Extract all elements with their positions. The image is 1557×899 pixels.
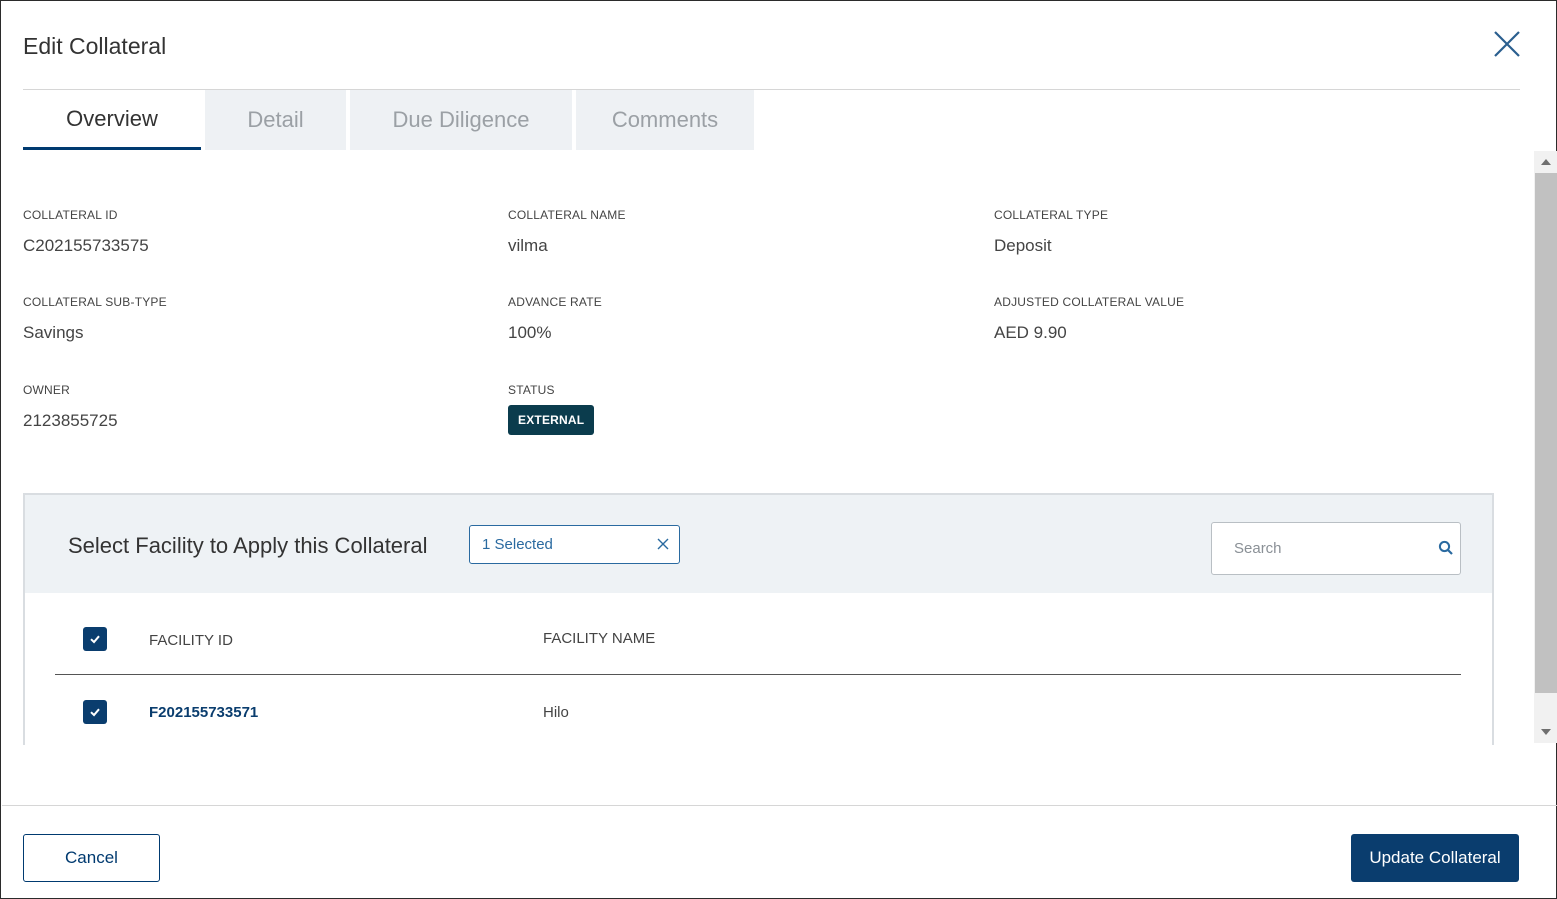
tab-comments[interactable]: Comments (576, 90, 754, 150)
facility-selection-panel: Select Facility to Apply this Collateral… (23, 493, 1494, 745)
collateral-sub-type-value: Savings (23, 323, 84, 342)
facility-search-input[interactable] (1212, 523, 1428, 574)
facility-id-header: FACILITY ID (149, 632, 233, 649)
tab-detail[interactable]: Detail (205, 90, 346, 150)
adjusted-collateral-value: AED 9.90 (994, 323, 1067, 342)
collateral-sub-type-label: COLLATERAL SUB-TYPE (23, 295, 167, 309)
dialog-title: Edit Collateral (23, 33, 167, 59)
facility-panel-title: Select Facility to Apply this Collateral (68, 533, 428, 558)
facility-name-cell: Hilo (543, 704, 569, 721)
owner-value: 2123855725 (23, 411, 118, 430)
update-collateral-button[interactable]: Update Collateral (1351, 834, 1519, 882)
status-badge: EXTERNAL (508, 405, 595, 435)
facility-table-header: FACILITY ID FACILITY NAME (55, 593, 1461, 675)
collateral-id-field: COLLATERAL ID C202155733575 (23, 208, 149, 256)
scroll-down-arrow-icon[interactable] (1534, 721, 1557, 743)
collateral-type-value: Deposit (994, 236, 1052, 255)
facility-id-link[interactable]: F202155733571 (149, 704, 258, 721)
clear-selection-icon[interactable] (655, 536, 671, 552)
status-field: STATUS EXTERNAL (508, 383, 595, 435)
collateral-type-label: COLLATERAL TYPE (994, 208, 1109, 222)
facility-name-header: FACILITY NAME (543, 630, 656, 647)
tab-due-diligence[interactable]: Due Diligence (350, 90, 572, 150)
adjusted-collateral-value-label: ADJUSTED COLLATERAL VALUE (994, 295, 1185, 309)
advance-rate-value: 100% (508, 323, 552, 342)
scrollbar-thumb[interactable] (1535, 173, 1557, 693)
cancel-button[interactable]: Cancel (23, 834, 160, 882)
facility-search (1211, 522, 1461, 575)
edit-collateral-dialog: Edit Collateral Overview Detail Due Dili… (0, 0, 1557, 899)
facility-panel-header: Select Facility to Apply this Collateral… (25, 495, 1492, 593)
tab-bar: Overview Detail Due Diligence Comments (23, 90, 758, 150)
table-row: F202155733571 Hilo (55, 676, 1461, 745)
row-checkbox[interactable] (83, 700, 107, 724)
checkmark-icon (90, 635, 100, 644)
collateral-name-label: COLLATERAL NAME (508, 208, 626, 222)
selected-count-chip[interactable]: 1 Selected (469, 525, 680, 564)
owner-label: OWNER (23, 383, 70, 397)
advance-rate-label: ADVANCE RATE (508, 295, 602, 309)
collateral-sub-type-field: COLLATERAL SUB-TYPE Savings (23, 295, 167, 343)
collateral-id-value: C202155733575 (23, 236, 149, 255)
checkmark-icon (90, 708, 100, 717)
collateral-type-field: COLLATERAL TYPE Deposit (994, 208, 1108, 256)
collateral-id-label: COLLATERAL ID (23, 208, 118, 222)
close-icon[interactable] (1490, 27, 1524, 61)
footer-divider (2, 805, 1557, 806)
vertical-scrollbar[interactable] (1534, 151, 1557, 743)
search-icon[interactable] (1438, 540, 1454, 556)
tab-overview[interactable]: Overview (23, 90, 201, 150)
collateral-name-field: COLLATERAL NAME vilma (508, 208, 626, 256)
collateral-name-value: vilma (508, 236, 548, 255)
status-label: STATUS (508, 383, 555, 397)
adjusted-collateral-value-field: ADJUSTED COLLATERAL VALUE AED 9.90 (994, 295, 1184, 343)
owner-field: OWNER 2123855725 (23, 383, 118, 431)
scroll-up-arrow-icon[interactable] (1534, 151, 1557, 173)
advance-rate-field: ADVANCE RATE 100% (508, 295, 602, 343)
select-all-checkbox[interactable] (83, 627, 107, 651)
selected-count-label: 1 Selected (482, 536, 553, 553)
